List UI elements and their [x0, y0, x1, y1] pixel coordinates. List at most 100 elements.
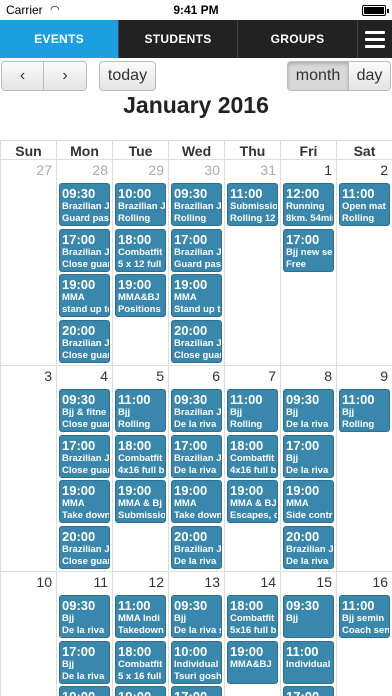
month-view-button[interactable]: month [287, 61, 349, 91]
day-cell[interactable]: 5 11:00 Bjj Rolling 18:00 Combatfit 4x16 full … [112, 366, 168, 571]
calendar-event[interactable]: 09:30 Bjj De la riva [59, 595, 110, 638]
day-cell[interactable]: 2 11:00 Open mat Rolling [336, 160, 392, 365]
calendar-event[interactable]: 19:00 MMA stand up te [59, 274, 110, 317]
calendar-event[interactable]: 20:00 Brazilian J Close guar [171, 319, 222, 363]
calendar-event[interactable]: 11:00 Bjj Rolling [115, 389, 166, 432]
calendar-event[interactable]: 11:00 Bjj semin Coach sen [339, 595, 390, 638]
calendar-event[interactable]: 17:00 Brazilian J Guard pas [171, 228, 222, 272]
event-title: Brazilian J [174, 246, 221, 258]
calendar-event[interactable]: 19:00 MMA & Bj Submissio [115, 480, 166, 523]
calendar-event[interactable]: 19:00 [115, 686, 166, 696]
calendar-event[interactable]: 19:00 MMA Stand up te [171, 274, 222, 317]
day-cell[interactable]: 7 11:00 Bjj Rolling 18:00 Combatfit 4x16 full … [224, 366, 280, 571]
calendar-event[interactable]: 17:00 Brazilian J Close guar [59, 228, 110, 272]
calendar-event[interactable]: 17:00 Bjj De la riva [59, 640, 110, 684]
calendar-event[interactable]: 20:00 Brazilian J Close guar [59, 525, 110, 569]
calendar-event[interactable]: 09:30 Brazilian J De la riva [171, 389, 222, 432]
day-cell[interactable]: 6 09:30 Brazilian J De la riva 17:00 Brazilia… [168, 366, 224, 571]
event-subtitle: Submissio [118, 510, 165, 521]
calendar-event[interactable]: 09:30 Bjj De la riva [283, 389, 334, 432]
day-cell[interactable]: 1 12:00 Running 8km. 54min 17:00 Bjj new se Fr… [280, 160, 336, 365]
calendar-event[interactable]: 09:30 Brazilian J Rolling [171, 183, 222, 226]
tab-groups[interactable]: GROUPS [237, 20, 357, 58]
calendar-event[interactable]: 12:00 Running 8km. 54min [283, 183, 334, 226]
calendar-event[interactable]: 19:00 MMA&BJ Positions [115, 274, 166, 317]
calendar-event[interactable]: 11:00 Open mat Rolling [339, 183, 390, 226]
event-time: 17:00 [62, 437, 96, 453]
day-cell[interactable]: 27 [0, 160, 56, 365]
calendar-event[interactable]: 09:30 Brazilian J Guard pas [59, 183, 110, 226]
event-time: 19:00 [62, 483, 96, 498]
calendar-event[interactable]: 18:00 Combatfit 5 x 16 full [115, 640, 166, 684]
event-title: Bjj [342, 407, 355, 418]
calendar-title: January 2016 [123, 92, 269, 118]
calendar-event[interactable]: 17:00 Bjj new se Free [283, 228, 334, 272]
hamburger-menu-icon[interactable] [357, 20, 392, 58]
calendar-event[interactable]: 19:00 MMA&BJ [227, 640, 278, 684]
day-cell[interactable]: 28 09:30 Brazilian J Guard pas 17:00 Brazilia… [56, 160, 112, 365]
event-time: 19:00 [174, 483, 208, 498]
calendar-event[interactable]: 17:00 [171, 686, 222, 696]
calendar-event[interactable]: 17:00 Brazilian J De la riva [171, 434, 222, 478]
calendar-event[interactable]: 19:00 MMA Take down [171, 480, 222, 523]
day-cell[interactable]: 29 10:00 Brazilian J Rolling 18:00 Combatfit 5… [112, 160, 168, 365]
tab-events[interactable]: EVENTS [0, 20, 118, 58]
calendar-event[interactable]: 20:00 Brazilian J De la riva [171, 525, 222, 569]
calendar-event[interactable]: 09:30 Bjj De la riva s [171, 595, 222, 638]
event-subtitle: Take down [174, 510, 221, 521]
calendar-event[interactable]: 19:00 MMA Take down [59, 480, 110, 523]
day-cell[interactable]: 3 [0, 366, 56, 571]
day-cell[interactable]: 8 09:30 Bjj De la riva 17:00 Bjj De la riva 19:… [280, 366, 336, 571]
day-number: 28 [92, 162, 108, 178]
calendar-event[interactable]: 10:00 Brazilian J Rolling [115, 183, 166, 226]
day-cell[interactable]: 1509:30Bjj11:00Individual17:00 [280, 572, 336, 696]
event-title: Brazilian J [174, 407, 221, 418]
calendar-event[interactable]: 18:00 Combatfit 4x16 full b [115, 434, 166, 478]
calendar-event[interactable]: 20:00 Brazilian J De la riva [283, 525, 334, 569]
calendar-event[interactable]: 18:00 Combatfit 5x16 full b [227, 595, 278, 638]
calendar-event[interactable]: 19:00 [59, 686, 110, 696]
calendar-event[interactable]: 11:00 MMA Indi Takedown [115, 595, 166, 638]
day-cell[interactable]: 4 09:30 Bjj & fitne Close guar 17:00 Brazilia… [56, 366, 112, 571]
event-subtitle: Takedown [118, 625, 164, 636]
event-title: Brazilian J [62, 543, 109, 555]
calendar-event[interactable]: 11:00 Bjj Rolling [339, 389, 390, 432]
calendar-event[interactable]: 20:00 Brazilian J Close guar [59, 319, 110, 363]
event-subtitle: Positions [118, 304, 161, 315]
calendar-event[interactable]: 17:00 Bjj De la riva [283, 434, 334, 478]
calendar-event[interactable]: 11:00 Submissio Rolling 12 [227, 183, 278, 226]
calendar-event[interactable]: 17:00 Brazilian J Close guar [59, 434, 110, 478]
day-cell[interactable]: 12 11:00 MMA Indi Takedown 18:00 Combatfit 5 x… [112, 572, 168, 696]
event-subtitle: Rolling [342, 419, 375, 430]
prev-month-button[interactable]: ‹ [1, 61, 44, 91]
day-cell[interactable]: 1109:30BjjDe la riva17:00BjjDe la riva19… [56, 572, 112, 696]
event-title: MMA [62, 498, 85, 509]
calendar-event[interactable]: 11:00 Bjj Rolling [227, 389, 278, 432]
calendar-event[interactable]: 17:00 [283, 686, 334, 696]
day-cell[interactable]: 31 11:00 Submissio Rolling 12 [224, 160, 280, 365]
day-cell[interactable]: 16 11:00 Bjj semin Coach sen [336, 572, 392, 696]
today-button[interactable]: today [99, 61, 156, 91]
day-cell[interactable]: 9 11:00 Bjj Rolling [336, 366, 392, 571]
day-cell[interactable]: 30 09:30 Brazilian J Rolling 17:00 Brazilian … [168, 160, 224, 365]
event-title: Bjj [286, 613, 299, 624]
calendar-event[interactable]: 09:30 Bjj & fitne Close guar [59, 389, 110, 432]
event-time: 09:30 [62, 186, 96, 201]
day-view-button[interactable]: day [349, 61, 391, 91]
next-month-button[interactable]: › [44, 61, 87, 91]
tab-students[interactable]: STUDENTS [118, 20, 237, 58]
calendar-event[interactable]: 19:00 MMA & BJ Escapes, c [227, 480, 278, 523]
calendar-event[interactable]: 18:00 Combatfit 5 x 12 full [115, 228, 166, 272]
day-number: 31 [260, 162, 276, 178]
day-cell[interactable]: 13 09:30 Bjj De la riva s 10:00 Individual Tsu… [168, 572, 224, 696]
day-cell[interactable]: 10 [0, 572, 56, 696]
calendar-event[interactable]: 10:00 Individual Tsuri gosh [171, 640, 222, 684]
calendar-event[interactable]: 18:00 Combatfit 4x16 full b [227, 434, 278, 478]
calendar-event[interactable]: 11:00 Individual [283, 640, 334, 684]
calendar-event[interactable]: 19:00 MMA Side contr [283, 480, 334, 523]
event-subtitle: De la riva [286, 464, 329, 476]
event-subtitle: Coach sen [342, 625, 389, 636]
calendar-event[interactable]: 09:30 Bjj [283, 595, 334, 638]
battery-icon [362, 5, 389, 16]
day-cell[interactable]: 14 18:00 Combatfit 5x16 full b 19:00 MMA&BJ [224, 572, 280, 696]
